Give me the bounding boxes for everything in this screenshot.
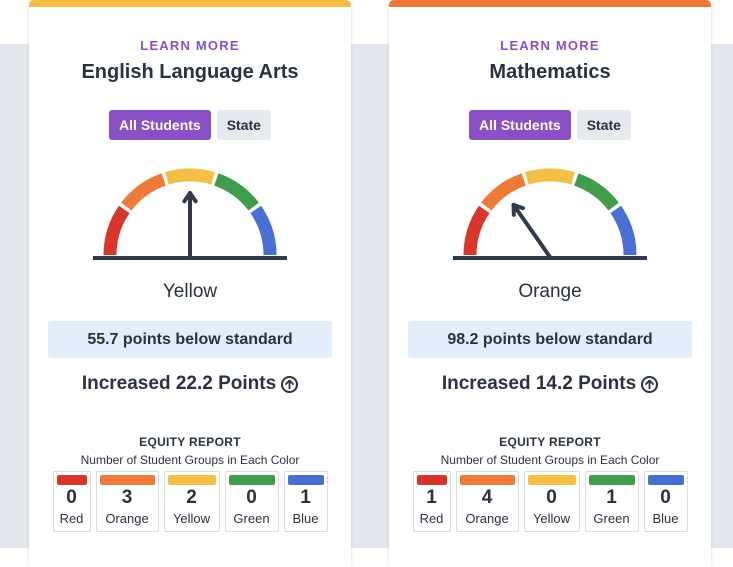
color-label: Blue	[292, 511, 319, 526]
gauge-needle	[511, 202, 552, 259]
color-swatch	[99, 475, 155, 485]
equity-box-orange: 4 Orange	[455, 471, 519, 532]
gauge-segment-orange	[481, 173, 526, 211]
equity-box-blue: 0 Blue	[643, 471, 688, 532]
student-group-toggle: All Students State	[389, 110, 711, 140]
gauge-segment-red	[103, 205, 130, 256]
equity-report-subtitle: Number of Student Groups in Each Color	[80, 453, 300, 467]
group-count: 3	[121, 487, 133, 508]
student-group-toggle: All Students State	[29, 110, 351, 140]
equity-box-yellow: 0 Yellow	[523, 471, 580, 532]
distance-from-standard: 55.7 points below standard	[48, 321, 332, 358]
color-label: Yellow	[532, 511, 571, 526]
color-label: Red	[59, 511, 84, 526]
gauge-needle	[182, 191, 198, 259]
group-count: 1	[300, 487, 311, 508]
equity-box-green: 1 Green	[584, 471, 639, 532]
gauge-segment-red	[463, 205, 490, 256]
group-count: 0	[66, 487, 77, 508]
arrow-up-circle-icon	[641, 375, 659, 393]
all-students-button[interactable]: All Students	[469, 110, 571, 140]
distance-from-standard: 98.2 points below standard	[408, 321, 692, 358]
equity-box-red: 1 Red	[412, 471, 451, 532]
state-button[interactable]: State	[216, 110, 271, 140]
equity-report-title: EQUITY REPORT	[139, 435, 241, 449]
learn-more-link[interactable]: LEARN MORE	[29, 38, 351, 53]
color-swatch	[527, 475, 576, 485]
gauge-segment-yellow	[525, 168, 575, 185]
gauge-segment-yellow	[165, 168, 215, 185]
performance-level-label: Yellow	[162, 281, 218, 302]
group-count: 1	[426, 487, 437, 508]
change-indicator: Increased 14.2 Points	[389, 373, 711, 395]
change-text: Increased 14.2 Points	[441, 373, 637, 394]
color-swatch	[588, 475, 635, 485]
color-swatch	[56, 475, 87, 485]
color-label: Blue	[652, 511, 679, 526]
color-swatch	[459, 475, 515, 485]
gauge-segment-blue	[610, 205, 637, 256]
color-swatch	[228, 475, 275, 485]
group-count: 0	[660, 487, 671, 508]
all-students-button[interactable]: All Students	[109, 110, 211, 140]
state-button[interactable]: State	[576, 110, 631, 140]
equity-box-yellow: 2 Yellow	[163, 471, 220, 532]
group-count: 4	[481, 487, 493, 508]
color-label: Yellow	[172, 511, 211, 526]
performance-gauge	[93, 168, 287, 260]
equity-report-title: EQUITY REPORT	[499, 435, 601, 449]
color-swatch	[416, 475, 447, 485]
color-label: Red	[419, 511, 444, 526]
color-label: Green	[233, 511, 270, 526]
color-label: Orange	[105, 511, 149, 526]
equity-box-red: 0 Red	[52, 471, 91, 532]
color-label: Orange	[465, 511, 509, 526]
performance-level-label: Orange	[518, 281, 582, 302]
gauge-segment-green	[574, 173, 619, 211]
group-count: 0	[546, 487, 557, 508]
group-count: 2	[186, 487, 197, 508]
equity-report-boxes: 0 Red 3 Orange 2 Yellow 0 Green 1 Blue	[48, 471, 332, 532]
equity-box-green: 0 Green	[224, 471, 279, 532]
color-label: Green	[593, 511, 630, 526]
card-title: English Language Arts	[81, 61, 299, 83]
equity-report-boxes: 1 Red 4 Orange 0 Yellow 1 Green 0 Blue	[408, 471, 692, 532]
change-indicator: Increased 22.2 Points	[29, 373, 351, 395]
equity-report-subtitle: Number of Student Groups in Each Color	[440, 453, 660, 467]
gauge-segment-blue	[250, 205, 277, 256]
change-text: Increased 22.2 Points	[81, 373, 277, 394]
color-swatch	[647, 475, 684, 485]
equity-box-orange: 3 Orange	[95, 471, 159, 532]
group-count: 0	[246, 487, 257, 508]
dashboard-card-ela: LEARN MORE English Language Arts All Stu…	[29, 0, 351, 567]
gauge-segment-orange	[121, 173, 166, 211]
card-title: Mathematics	[489, 61, 611, 83]
arrow-up-circle-icon	[281, 375, 299, 393]
gauge-segment-green	[214, 173, 259, 211]
color-swatch	[167, 475, 216, 485]
group-count: 1	[606, 487, 617, 508]
learn-more-link[interactable]: LEARN MORE	[389, 38, 711, 53]
color-swatch	[287, 475, 324, 485]
dashboard-card-math: LEARN MORE Mathematics All Students Stat…	[389, 0, 711, 567]
equity-box-blue: 1 Blue	[283, 471, 328, 532]
performance-gauge	[453, 168, 647, 260]
